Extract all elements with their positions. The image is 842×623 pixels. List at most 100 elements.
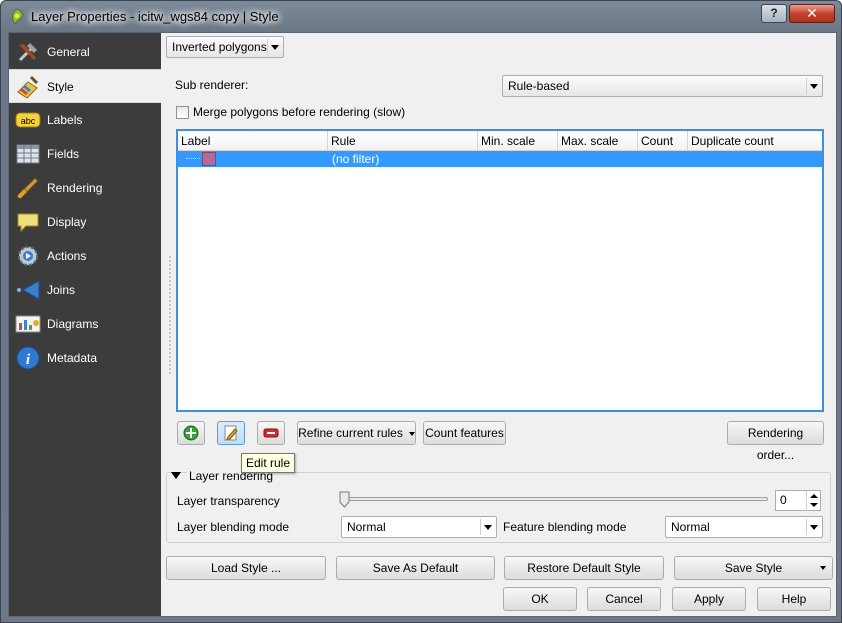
- column-header-duplicate-count[interactable]: Duplicate count: [688, 131, 822, 151]
- style-panel: Inverted polygons Sub renderer: Rule-bas…: [161, 33, 836, 616]
- merge-polygons-checkbox[interactable]: [176, 106, 189, 119]
- edit-rule-tooltip: Edit rule: [241, 453, 296, 473]
- column-header-min-scale[interactable]: Min. scale: [478, 131, 558, 151]
- svg-text:abc: abc: [21, 116, 36, 126]
- renderer-type-select[interactable]: Inverted polygons: [166, 36, 284, 58]
- save-as-default-button[interactable]: Save As Default: [336, 556, 495, 580]
- actions-icon: [18, 246, 38, 266]
- renderer-type-value: Inverted polygons: [172, 40, 267, 54]
- rule-row[interactable]: (no filter): [178, 151, 822, 167]
- metadata-icon: i: [16, 346, 40, 370]
- save-style-button[interactable]: Save Style: [674, 556, 833, 580]
- dialog-body: General Style abc Labels Fields Renderin…: [8, 32, 837, 617]
- sidebar-item-actions[interactable]: Actions: [9, 239, 161, 273]
- refine-rules-button[interactable]: Refine current rules: [297, 421, 416, 445]
- rendering-icon: [17, 177, 39, 199]
- rendering-order-button[interactable]: Rendering order...: [727, 421, 824, 462]
- transparency-label: Layer transparency: [177, 494, 280, 508]
- merge-polygons-label: Merge polygons before rendering (slow): [193, 105, 406, 119]
- column-header-max-scale[interactable]: Max. scale: [558, 131, 638, 151]
- layer-blending-select[interactable]: Normal: [341, 516, 497, 538]
- help-button[interactable]: Help: [757, 587, 831, 611]
- fields-icon: [16, 144, 40, 164]
- sidebar-item-fields[interactable]: Fields: [9, 137, 161, 171]
- chevron-down-icon: [484, 525, 492, 530]
- spin-down-icon[interactable]: [806, 501, 820, 511]
- sidebar: General Style abc Labels Fields Renderin…: [9, 33, 161, 616]
- sub-renderer-select[interactable]: Rule-based: [502, 75, 823, 97]
- sidebar-item-label: Style: [47, 80, 74, 94]
- column-header-rule[interactable]: Rule: [328, 131, 478, 151]
- cancel-button[interactable]: Cancel: [587, 587, 661, 611]
- sidebar-item-label: Actions: [47, 249, 87, 263]
- collapse-arrow-icon[interactable]: [171, 472, 181, 479]
- column-header-label[interactable]: Label: [178, 131, 328, 151]
- sidebar-item-label: Joins: [47, 283, 76, 297]
- sidebar-item-style[interactable]: Style: [9, 69, 161, 103]
- sidebar-item-label: Fields: [47, 147, 80, 161]
- window-title: Layer Properties - icitw_wgs84 copy | St…: [31, 9, 279, 24]
- column-header-count[interactable]: Count: [638, 131, 688, 151]
- sidebar-splitter-handle[interactable]: [169, 255, 171, 375]
- remove-rule-button[interactable]: [257, 421, 285, 445]
- spin-up-icon[interactable]: [806, 491, 820, 501]
- style-icon: [17, 75, 39, 99]
- rules-header: Label Rule Min. scale Max. scale Count D…: [178, 131, 822, 151]
- count-features-button[interactable]: Count features: [423, 421, 506, 445]
- chevron-down-icon: [408, 431, 415, 436]
- sidebar-item-general[interactable]: General: [9, 35, 161, 69]
- add-rule-button[interactable]: [177, 421, 205, 445]
- refine-rules-label: Refine current rules: [298, 426, 403, 440]
- combo-separator: [267, 39, 268, 55]
- combo-separator: [480, 519, 481, 535]
- title-help-button[interactable]: ?: [761, 4, 787, 23]
- sidebar-item-rendering[interactable]: Rendering: [9, 171, 161, 205]
- apply-button[interactable]: Apply: [672, 587, 746, 611]
- combo-separator: [806, 519, 807, 535]
- chevron-down-icon: [820, 566, 826, 570]
- restore-default-style-button[interactable]: Restore Default Style: [504, 556, 664, 580]
- rule-filter-text: (no filter): [332, 152, 380, 166]
- transparency-value: 0: [780, 493, 787, 507]
- chevron-down-icon: [810, 84, 818, 89]
- rules-tree[interactable]: Label Rule Min. scale Max. scale Count D…: [176, 129, 824, 412]
- chevron-down-icon: [810, 525, 818, 530]
- transparency-slider-track[interactable]: [343, 497, 768, 501]
- load-style-button[interactable]: Load Style ...: [166, 556, 326, 580]
- joins-icon: [17, 280, 40, 300]
- sidebar-item-label: General: [47, 45, 90, 59]
- sidebar-item-diagrams[interactable]: Diagrams: [9, 307, 161, 341]
- layer-properties-window: Layer Properties - icitw_wgs84 copy | St…: [0, 0, 842, 623]
- sidebar-item-labels[interactable]: abc Labels: [9, 103, 161, 137]
- sidebar-item-display[interactable]: Display: [9, 205, 161, 239]
- remove-rule-icon: [263, 428, 279, 438]
- feature-blending-value: Normal: [671, 520, 710, 534]
- sidebar-item-label: Metadata: [47, 351, 98, 365]
- sidebar-item-label: Display: [47, 215, 87, 229]
- sidebar-item-label: Diagrams: [47, 317, 99, 331]
- transparency-slider-handle[interactable]: [339, 491, 350, 508]
- sidebar-item-metadata[interactable]: i Metadata: [9, 341, 161, 375]
- layer-blending-label: Layer blending mode: [177, 520, 290, 534]
- labels-icon: abc: [15, 112, 41, 128]
- sidebar-item-label: Rendering: [47, 181, 103, 195]
- edit-rule-icon: [224, 425, 238, 441]
- symbol-swatch: [202, 152, 216, 166]
- layer-blending-value: Normal: [347, 520, 386, 534]
- title-bar[interactable]: Layer Properties - icitw_wgs84 copy | St…: [1, 1, 841, 33]
- qgis-app-icon: [12, 8, 24, 25]
- transparency-spinbox[interactable]: 0: [775, 490, 821, 511]
- close-button[interactable]: ✕: [789, 4, 835, 23]
- feature-blending-label: Feature blending mode: [503, 520, 627, 534]
- combo-separator: [806, 78, 807, 94]
- edit-rule-button[interactable]: [217, 421, 245, 445]
- sub-renderer-label: Sub renderer:: [175, 78, 249, 92]
- tree-branch-line: [186, 158, 200, 159]
- diagrams-icon: [15, 315, 41, 333]
- display-icon: [17, 213, 39, 233]
- ok-button[interactable]: OK: [503, 587, 577, 611]
- save-style-label: Save Style: [724, 561, 783, 575]
- feature-blending-select[interactable]: Normal: [665, 516, 823, 538]
- sidebar-item-joins[interactable]: Joins: [9, 273, 161, 307]
- chevron-down-icon: [271, 45, 279, 50]
